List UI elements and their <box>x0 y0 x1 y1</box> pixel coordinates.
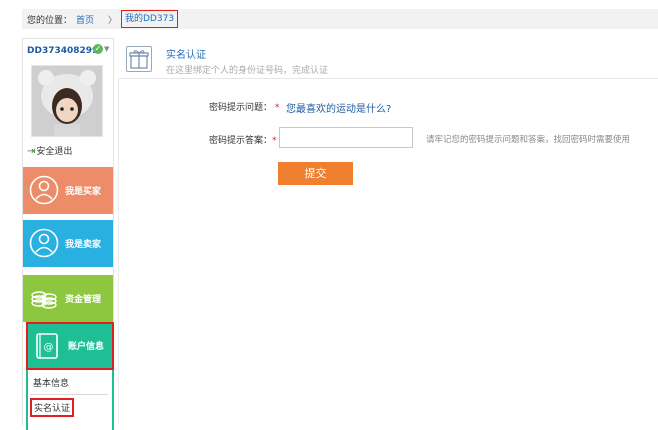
tile-funds[interactable]: 资金管理 <box>23 275 113 322</box>
page-title: 实名认证 <box>166 50 206 61</box>
tile-buyer[interactable]: 我是买家 <box>23 167 113 214</box>
answer-label-text: 密码提示答案： <box>209 136 273 146</box>
username: DD373408299 <box>27 46 99 56</box>
sidebar: DD373408299 ✓ ▼ ⇥安全退出 我是买家 我是卖家 资金管理 @ 账… <box>22 38 114 430</box>
breadcrumb-separator: 〉 <box>108 16 118 26</box>
question-value: 您最喜欢的运动是什么? <box>286 104 392 115</box>
answer-hint: 请牢记您的密码提示问题和答案，找回密码时需要使用 <box>426 135 631 145</box>
content-divider <box>118 78 119 424</box>
submenu-basic-info[interactable]: 基本信息 <box>33 376 69 389</box>
tile-account-info-label: 账户信息 <box>68 342 105 352</box>
submenu-divider <box>30 394 108 395</box>
breadcrumb: 您的位置： 首页 〉 我的DD373 <box>22 9 658 29</box>
required-mark: * <box>274 103 280 113</box>
submit-button[interactable]: 提交 <box>278 162 353 185</box>
check-circle-icon: ✓ <box>93 44 103 54</box>
logout-icon: ⇥ <box>27 146 36 157</box>
tile-account-info[interactable]: @ 账户信息 <box>26 322 114 370</box>
content-header: 实名认证 在这里绑定个人的身份证号码，完成认证 <box>118 40 658 79</box>
breadcrumb-home-link[interactable]: 首页 <box>76 13 94 26</box>
user-circle-icon <box>29 175 59 205</box>
coins-icon <box>31 291 57 309</box>
tile-seller[interactable]: 我是卖家 <box>23 220 113 267</box>
avatar[interactable] <box>31 65 103 137</box>
breadcrumb-current-link[interactable]: 我的DD373 <box>121 10 179 28</box>
gift-icon <box>126 46 152 72</box>
svg-text:@: @ <box>44 342 54 353</box>
question-label: 密码提示问题： * <box>209 100 279 113</box>
breadcrumb-prefix: 您的位置： <box>27 16 73 26</box>
page-subtitle: 在这里绑定个人的身份证号码，完成认证 <box>166 66 329 76</box>
account-submenu: 基本信息 实名认证 <box>26 370 114 430</box>
contact-book-icon: @ <box>36 333 58 359</box>
tile-buyer-label: 我是买家 <box>65 187 102 197</box>
answer-label: 密码提示答案：* <box>209 133 277 146</box>
chevron-down-icon[interactable]: ▼ <box>104 45 109 53</box>
user-circle-icon <box>29 228 59 258</box>
submenu-real-name-auth[interactable]: 实名认证 <box>30 398 75 417</box>
tile-seller-label: 我是卖家 <box>65 240 102 250</box>
logout-label: 安全退出 <box>36 147 73 157</box>
logout-link[interactable]: ⇥安全退出 <box>27 144 72 157</box>
answer-input[interactable] <box>279 127 413 148</box>
tile-funds-label: 资金管理 <box>65 295 102 305</box>
question-label-text: 密码提示问题： <box>209 103 273 113</box>
required-mark: * <box>272 136 277 146</box>
